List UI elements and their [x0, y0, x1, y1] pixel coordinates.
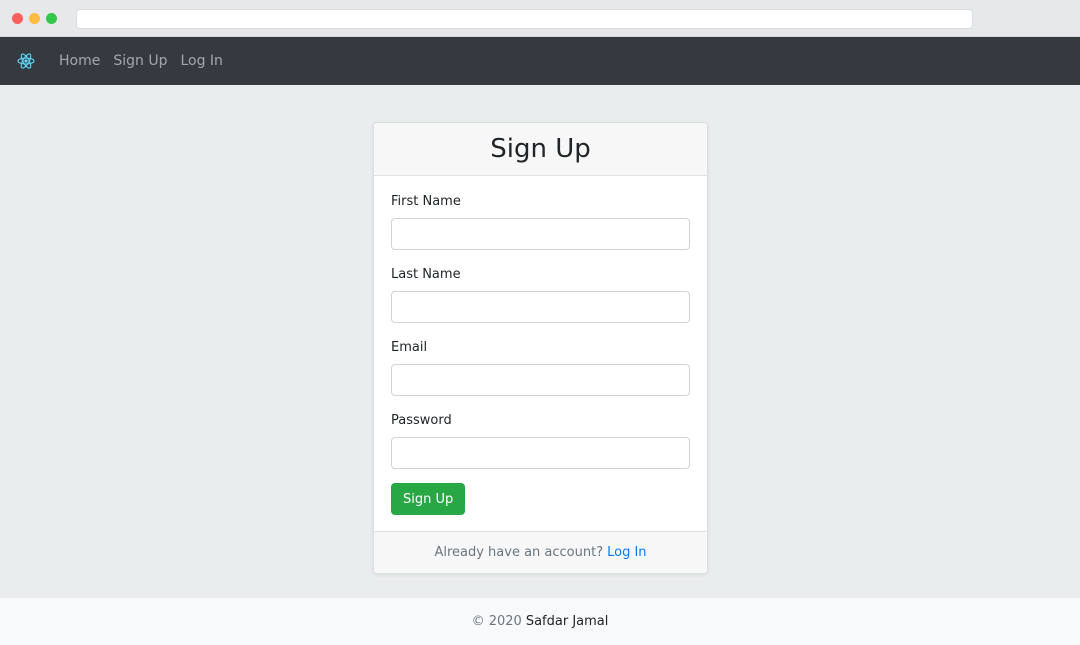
top-navbar: Home Sign Up Log In — [0, 37, 1080, 85]
email-group: Email — [391, 340, 690, 396]
page-title: Sign Up — [490, 134, 591, 164]
signup-card: Sign Up First Name Last Name Email Passw… — [373, 122, 708, 574]
email-label: Email — [391, 340, 428, 355]
last-name-group: Last Name — [391, 267, 690, 323]
signup-form: First Name Last Name Email Password Sign… — [374, 176, 707, 515]
log-in-link[interactable]: Log In — [607, 545, 646, 560]
nav-link-home[interactable]: Home — [59, 53, 100, 69]
password-label: Password — [391, 413, 452, 428]
address-bar[interactable] — [76, 9, 973, 29]
author-name: Safdar Jamal — [525, 614, 609, 629]
email-input[interactable] — [391, 364, 690, 396]
maximize-window-button[interactable] — [46, 13, 57, 24]
page-footer: © 2020 Safdar Jamal — [0, 598, 1080, 645]
react-atom-icon[interactable] — [17, 52, 35, 70]
first-name-label: First Name — [391, 194, 461, 209]
sign-up-button[interactable]: Sign Up — [391, 483, 466, 515]
main-content: Sign Up First Name Last Name Email Passw… — [0, 85, 1080, 598]
nav-link-log-in[interactable]: Log In — [180, 53, 222, 69]
copyright-text: © 2020 — [471, 614, 522, 629]
nav-links: Home Sign Up Log In — [59, 37, 236, 85]
last-name-label: Last Name — [391, 267, 461, 282]
minimize-window-button[interactable] — [29, 13, 40, 24]
first-name-input[interactable] — [391, 218, 690, 250]
card-footer: Already have an account? Log In — [374, 531, 707, 573]
password-input[interactable] — [391, 437, 690, 469]
nav-link-sign-up[interactable]: Sign Up — [113, 53, 167, 69]
account-prompt: Already have an account? — [434, 545, 604, 560]
browser-chrome — [0, 0, 1080, 37]
last-name-input[interactable] — [391, 291, 690, 323]
password-group: Password — [391, 413, 690, 469]
card-header: Sign Up — [374, 123, 707, 176]
first-name-group: First Name — [391, 194, 690, 250]
close-window-button[interactable] — [12, 13, 23, 24]
